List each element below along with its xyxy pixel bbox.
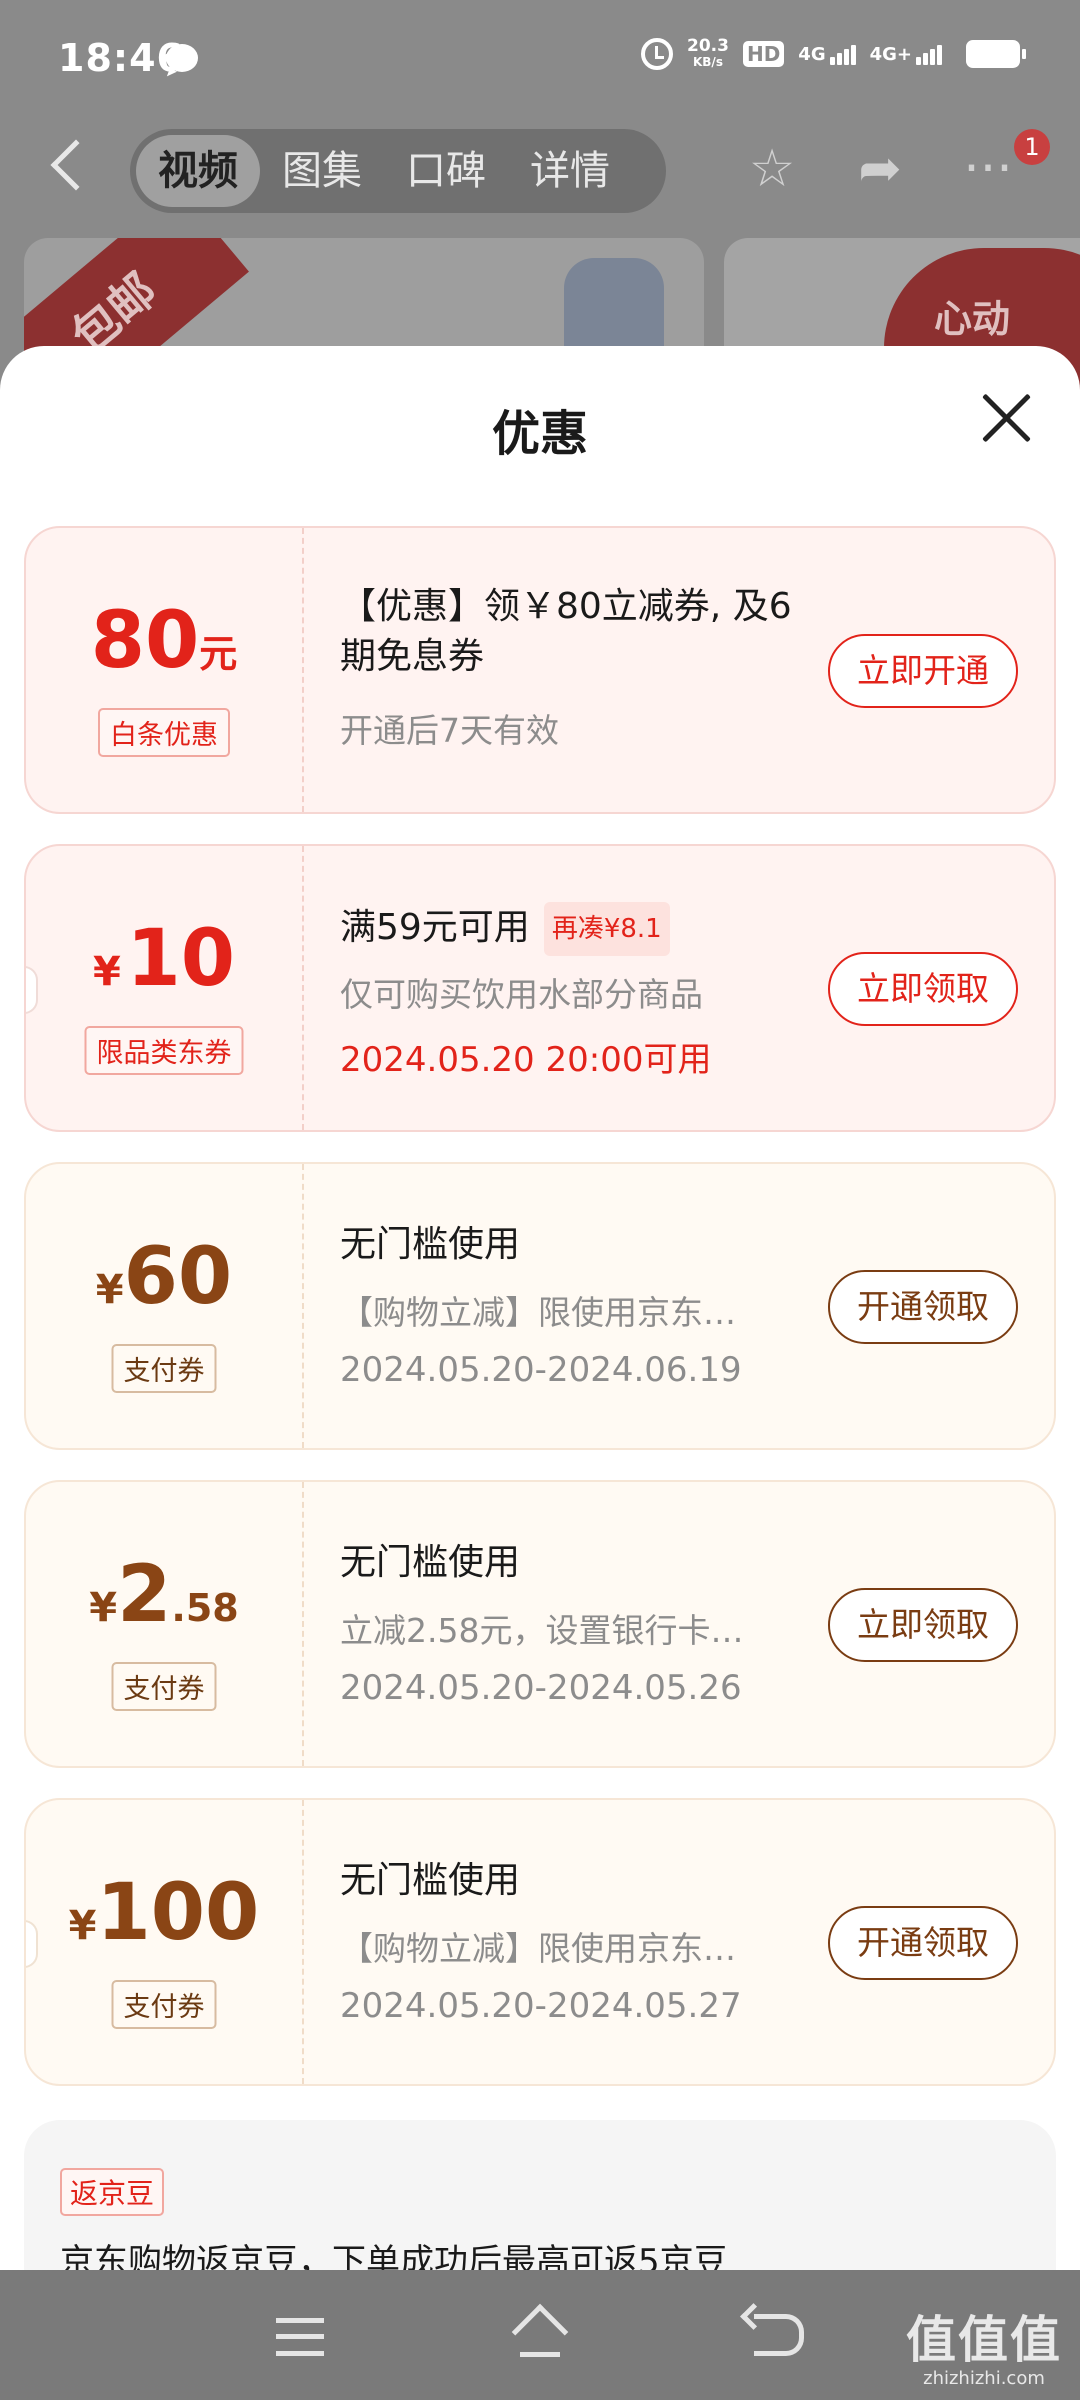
coupon-amount-unit: 元: [199, 632, 238, 676]
claim-now-button[interactable]: 立即领取: [828, 1588, 1018, 1662]
coupon-amount: ¥2.58: [26, 1550, 302, 1640]
coupon-card: ¥100 支付券 无门槛使用 【购物立减】限使用京东… 2024.05.20-2…: [24, 1798, 1056, 2086]
watermark-logo: 值值值 zhizhizhi.com: [904, 2300, 1064, 2389]
coupon-type-tag: 支付券: [111, 1980, 217, 2029]
coupon-divider: [302, 1482, 304, 1766]
status-bar: 18:46 20.3 KB/s HD 4G 4G+: [0, 0, 1080, 120]
coupon-title: 无门槛使用: [340, 1860, 521, 1901]
activate-claim-button[interactable]: 开通领取: [828, 1906, 1018, 1980]
coupon-amount: ¥60: [26, 1232, 302, 1322]
coupon-divider: [302, 528, 304, 812]
coupon-type-tag: 支付券: [111, 1344, 217, 1393]
coupon-amount-area: ¥100 支付券: [26, 1800, 302, 2084]
coupon-amount-decimal: .58: [171, 1586, 239, 1630]
back-icon[interactable]: [754, 2314, 804, 2356]
coupon-card: ¥2.58 支付券 无门槛使用 立减2.58元，设置银行卡… 2024.05.2…: [24, 1480, 1056, 1768]
coupon-title: 满59元可用: [340, 907, 530, 948]
activate-now-button[interactable]: 立即开通: [828, 634, 1018, 708]
recent-apps-icon[interactable]: [276, 2318, 324, 2356]
signal-4g-label: 4G: [798, 43, 826, 65]
coupon-amount-value: 80: [90, 596, 200, 686]
coupon-amount: 80元: [26, 596, 302, 686]
coupon-description: 【购物立减】限使用京东…: [340, 1293, 736, 1332]
coupon-info: 无门槛使用 【购物立减】限使用京东… 2024.05.20-2024.05.27: [340, 1800, 820, 2084]
coupon-amount-value: 100: [96, 1868, 260, 1958]
alarm-icon: [641, 38, 673, 70]
coupon-date-range: 2024.05.20-2024.06.19: [340, 1350, 742, 1390]
coupon-amount: ¥100: [26, 1868, 302, 1958]
tab-video[interactable]: 视频: [136, 135, 260, 207]
coupon-amount-area: 80元 白条优惠: [26, 528, 302, 812]
jd-bean-description: 京东购物返京豆，下单成功后最高可返5京豆: [60, 2242, 728, 2270]
product-tabs: 视频 图集 口碑 详情: [130, 129, 666, 213]
coupon-divider: [302, 1164, 304, 1448]
network-speed-value: 20.3: [687, 36, 729, 56]
coupon-divider: [302, 846, 304, 1130]
coupon-currency: ¥: [95, 1267, 124, 1313]
coupon-title-row: 满59元可用 再凑¥8.1: [340, 902, 820, 956]
coupon-info: 满59元可用 再凑¥8.1 仅可购买饮用水部分商品 2024.05.20 20:0…: [340, 846, 820, 1130]
notification-badge: 1: [1014, 129, 1050, 165]
status-indicators: 20.3 KB/s HD 4G 4G+: [641, 38, 1026, 70]
coupon-currency: ¥: [68, 1903, 97, 1949]
coupon-amount: ¥ 10: [26, 914, 302, 1004]
tab-details[interactable]: 详情: [508, 135, 632, 207]
coupon-type-tag: 限品类东券: [84, 1026, 244, 1075]
coupon-card: 80元 白条优惠 【优惠】领￥80立减券, 及6期免息券 开通后7天有效 立即开…: [24, 526, 1056, 814]
coupon-amount-area: ¥2.58 支付券: [26, 1482, 302, 1766]
coupon-available-time: 2024.05.20 20:00可用: [340, 1040, 712, 1080]
tab-reviews[interactable]: 口碑: [384, 135, 508, 207]
signal-4g-plus-label: 4G+: [869, 43, 912, 65]
coupon-date-range: 2024.05.20-2024.05.27: [340, 1986, 742, 2026]
back-arrow-icon[interactable]: [50, 139, 102, 191]
coupon-title: 【优惠】领￥80立减券, 及6期免息券: [340, 586, 792, 677]
tab-gallery[interactable]: 图集: [260, 135, 384, 207]
coupon-description: 立减2.58元，设置银行卡…: [340, 1611, 744, 1650]
coupon-restriction: 仅可购买饮用水部分商品: [340, 975, 703, 1014]
favorite-star-icon[interactable]: ☆: [744, 141, 800, 197]
jd-bean-tag: 返京豆: [60, 2168, 165, 2216]
close-icon[interactable]: [978, 390, 1034, 446]
coupon-currency: ¥: [93, 949, 121, 995]
network-speed: 20.3 KB/s: [687, 38, 729, 70]
coupon-amount-value: 10: [126, 914, 235, 1004]
network-speed-unit: KB/s: [692, 55, 723, 69]
coupon-info: 【优惠】领￥80立减券, 及6期免息券 开通后7天有效: [340, 528, 820, 812]
watermark-main: 值值值: [906, 2311, 1062, 2369]
coupon-title: 无门槛使用: [340, 1542, 521, 1583]
coupon-description: 【购物立减】限使用京东…: [340, 1929, 736, 1968]
product-top-nav: 视频 图集 口碑 详情 ☆ ➦ ··· 1: [0, 125, 1080, 215]
share-icon[interactable]: ➦: [852, 141, 908, 197]
coupon-info: 无门槛使用 【购物立减】限使用京东… 2024.05.20-2024.06.19: [340, 1164, 820, 1448]
coupon-card: ¥ 10 限品类东券 满59元可用 再凑¥8.1 仅可购买饮用水部分商品 2024…: [24, 844, 1056, 1132]
coupon-card: ¥60 支付券 无门槛使用 【购物立减】限使用京东… 2024.05.20-20…: [24, 1162, 1056, 1450]
signal-4g-icon: 4G: [798, 43, 856, 65]
hd-voice-icon: HD: [742, 41, 785, 67]
activate-claim-button[interactable]: 开通领取: [828, 1270, 1018, 1344]
coupon-validity: 开通后7天有效: [340, 711, 559, 750]
watermark-url: zhizhizhi.com: [923, 2368, 1045, 2389]
jd-bean-card: 返京豆 京东购物返京豆，下单成功后最高可返5京豆: [24, 2120, 1056, 2270]
chat-notification-icon: [166, 44, 198, 72]
coupon-amount-value: 60: [123, 1232, 233, 1322]
discount-sheet: 优惠 80元 白条优惠 【优惠】领￥80立减券, 及6期免息券 开通后7天有效 …: [0, 346, 1080, 2270]
coupon-divider: [302, 1800, 304, 2084]
coupon-amount-area: ¥60 支付券: [26, 1164, 302, 1448]
signal-4g-plus-icon: 4G+: [870, 44, 942, 65]
coupon-title: 无门槛使用: [340, 1224, 521, 1265]
coupon-currency: ¥: [89, 1585, 118, 1631]
coupon-amount-area: ¥ 10 限品类东券: [26, 846, 302, 1130]
coupon-type-tag: 支付券: [111, 1662, 217, 1711]
coupon-info: 无门槛使用 立减2.58元，设置银行卡… 2024.05.20-2024.05.…: [340, 1482, 820, 1766]
claim-now-button[interactable]: 立即领取: [828, 952, 1018, 1026]
more-icon[interactable]: ···: [960, 141, 1016, 197]
sheet-title: 优惠: [491, 406, 588, 462]
background-page: 18:46 20.3 KB/s HD 4G 4G+ 视频 图集 口碑 详情 ☆ …: [0, 0, 1080, 400]
coupon-type-tag: 白条优惠: [98, 708, 230, 757]
battery-icon: [966, 40, 1026, 68]
coupon-amount-value: 2: [117, 1550, 172, 1640]
home-icon[interactable]: [511, 2303, 569, 2361]
add-more-hint-badge: 再凑¥8.1: [543, 902, 670, 956]
coupon-date-range: 2024.05.20-2024.05.26: [340, 1668, 742, 1708]
